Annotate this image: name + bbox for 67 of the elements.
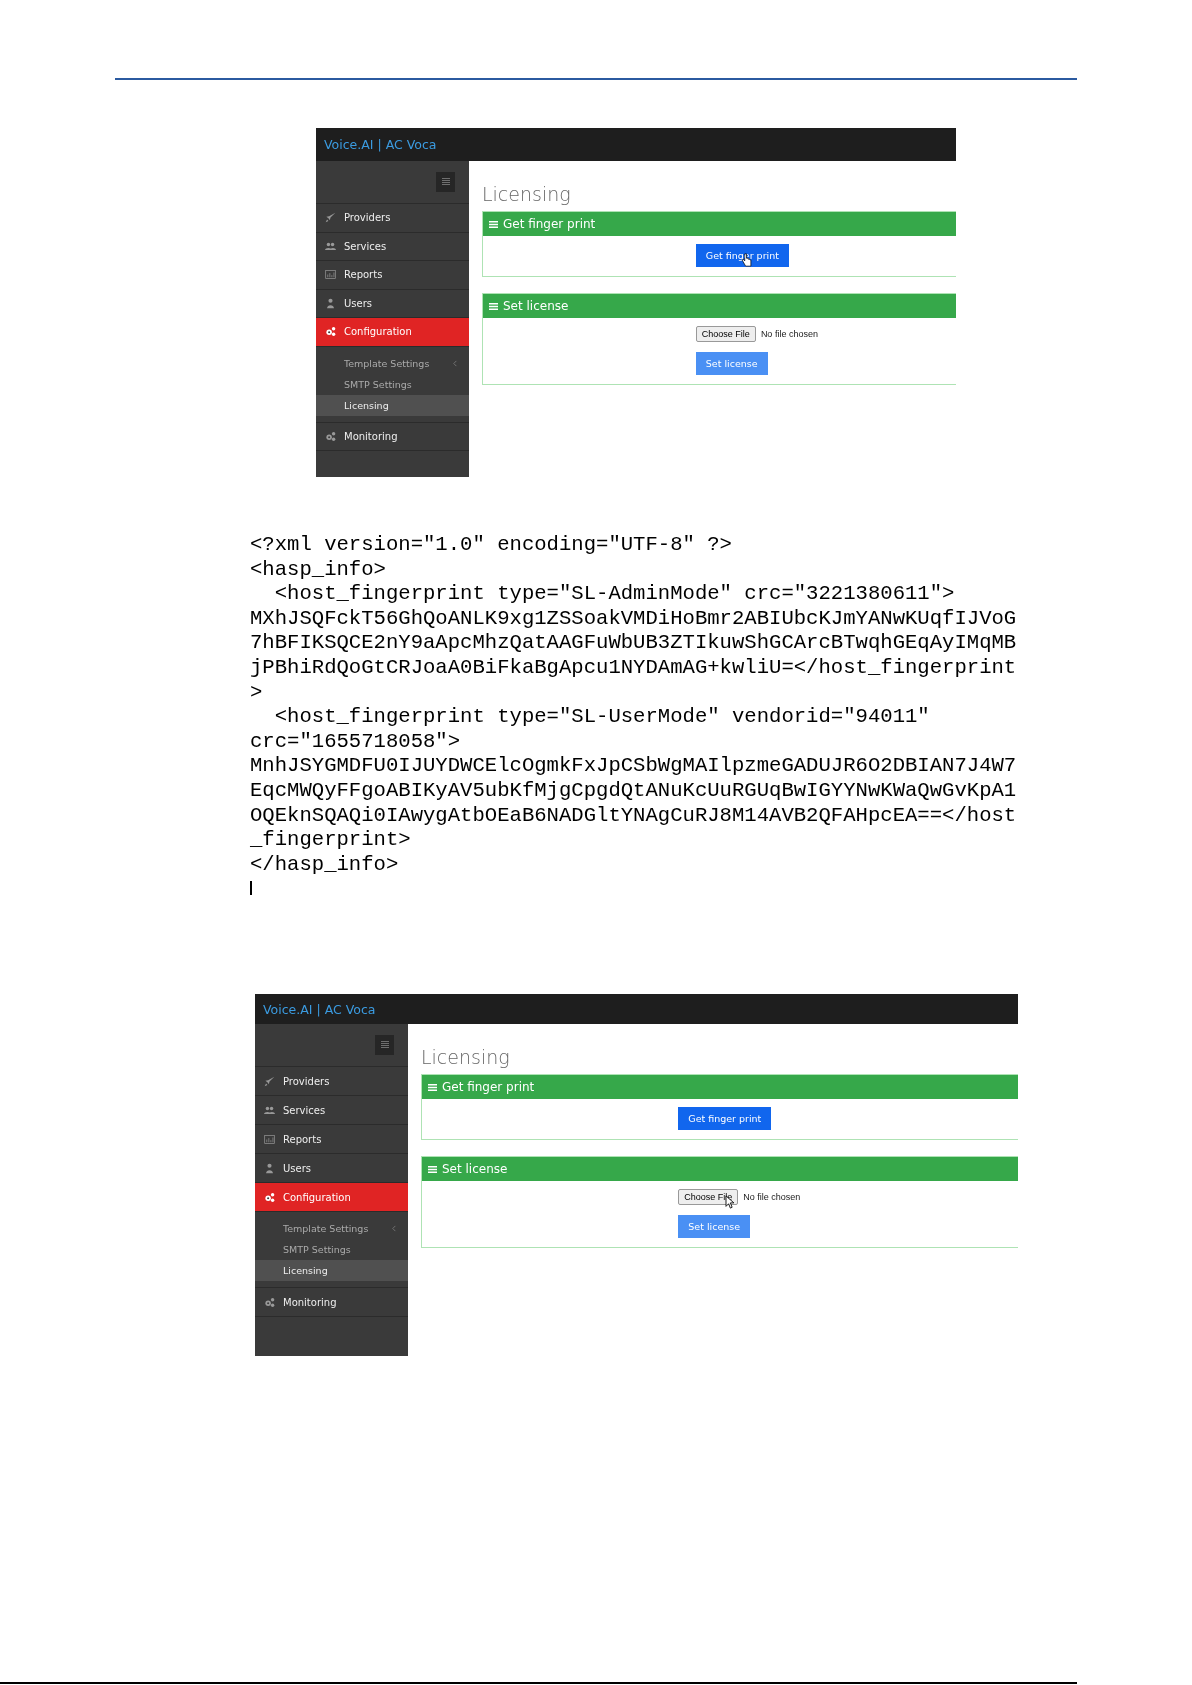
nav-item[interactable]: Monitoring	[316, 422, 469, 451]
action-button[interactable]: Get finger print	[678, 1107, 772, 1130]
submenu-label: Template Settings	[344, 357, 430, 369]
code-line: MXhJSQFckT56GhQoANLK9xg1ZSSoakVMDiHoBmr2ABIUbcKJmYANwKUqfIJVoG	[250, 606, 1017, 632]
menu-icon	[428, 1164, 437, 1174]
code-line: OQEknSQAQi0IAwygAtbOEaB6NADGltYNAgCuRJ8M14AVB2QFAHpcEA==</host	[250, 803, 1017, 829]
panel-title: Set license	[503, 299, 569, 313]
code-line: _fingerprint>	[250, 828, 412, 853]
code-line: <host_fingerprint type="SL-AdminMode" crc="3221380611">	[273, 582, 956, 607]
submenu-item[interactable]: SMTP Settings	[316, 373, 469, 395]
nav-item[interactable]: Configuration	[255, 1183, 408, 1212]
page-title: Licensing	[482, 183, 572, 205]
submenu-label: SMTP Settings	[283, 1244, 351, 1255]
nav-item[interactable]: Reports	[316, 261, 469, 290]
submenu-item[interactable]: Licensing	[255, 1260, 408, 1281]
panel-title: Get finger print	[503, 217, 596, 231]
choose-file-button[interactable]: Choose File	[695, 326, 756, 342]
nav-item[interactable]: Services	[255, 1096, 408, 1125]
nav-item[interactable]: Services	[316, 232, 469, 261]
code-line: jPBhiRdQoGtCRJoaA0BiFkaBgApcu1NYDAmAG+kwliU=</host_fingerprint	[250, 655, 1017, 681]
code-line: </hasp_info>	[250, 852, 400, 878]
code-line: <hasp_info>	[250, 557, 387, 583]
chart-icon	[264, 1133, 275, 1145]
menu-icon[interactable]	[436, 172, 455, 192]
nav-item[interactable]: Monitoring	[255, 1288, 408, 1317]
submenu-label: Licensing	[344, 399, 389, 411]
menu-icon	[489, 219, 498, 229]
rocket-icon	[325, 212, 336, 224]
code-line: EqcMWQyFFgoABIKyAV5ubKfMjgCpgdQtANuKcUuRGUqBwIGYYNwKWaQwGvKpA1	[250, 778, 1017, 804]
submenu-item[interactable]: Template Settings	[255, 1218, 408, 1239]
file-status: No file chosen	[743, 1192, 801, 1202]
text-cursor-icon	[250, 881, 252, 896]
people-icon	[264, 1104, 275, 1116]
nav-item[interactable]: Reports	[255, 1125, 408, 1154]
menu-icon[interactable]	[375, 1035, 394, 1055]
people-icon	[325, 240, 336, 252]
brand-title: Voice.AI | AC Voca	[324, 137, 437, 152]
user-icon	[264, 1162, 275, 1174]
user-icon	[325, 297, 336, 309]
menu-icon	[489, 301, 498, 311]
file-status: No file chosen	[760, 329, 818, 339]
code-line: >	[250, 680, 264, 706]
code-line: 7hBFIKSQCE2nY9aApcMhzQatAAGFuWbUB3ZTIkuwShGCArcBTwqhGEqAyIMqMB	[250, 631, 1017, 656]
submenu-label: Template Settings	[283, 1223, 369, 1234]
gears-icon	[264, 1296, 275, 1308]
submenu-label: SMTP Settings	[344, 378, 412, 390]
panel-title: Set license	[442, 1162, 508, 1176]
submenu-item[interactable]: SMTP Settings	[255, 1239, 408, 1260]
submenu-item[interactable]: Template Settings	[316, 352, 469, 374]
chart-icon	[325, 269, 336, 281]
nav-item[interactable]: Configuration	[316, 318, 469, 347]
gears-icon	[325, 326, 336, 338]
code-line: <host_fingerprint type="SL-UserMode" vendorid="94011"	[273, 705, 931, 730]
code-line: MnhJSYGMDFU0IJUYDWCElcOgmkFxJpCSbWgMAIlpzmeGADUJR6O2DBIAN7J4W7	[250, 754, 1017, 779]
submenu-label: Licensing	[283, 1265, 328, 1276]
submenu-item[interactable]: Licensing	[316, 394, 469, 416]
page-title: Licensing	[421, 1046, 511, 1068]
nav-item[interactable]: Providers	[316, 204, 469, 233]
code-line: crc="1655718058">	[250, 729, 462, 755]
nav-item[interactable]: Providers	[255, 1067, 408, 1096]
code-line: <?xml version="1.0" encoding="UTF-8" ?>	[250, 533, 733, 558]
brand-title: Voice.AI | AC Voca	[263, 1001, 376, 1017]
gears-icon	[325, 430, 336, 442]
menu-icon	[428, 1082, 437, 1092]
rocket-icon	[264, 1075, 275, 1087]
gears-icon	[264, 1191, 275, 1203]
panel-title: Get finger print	[442, 1080, 535, 1094]
